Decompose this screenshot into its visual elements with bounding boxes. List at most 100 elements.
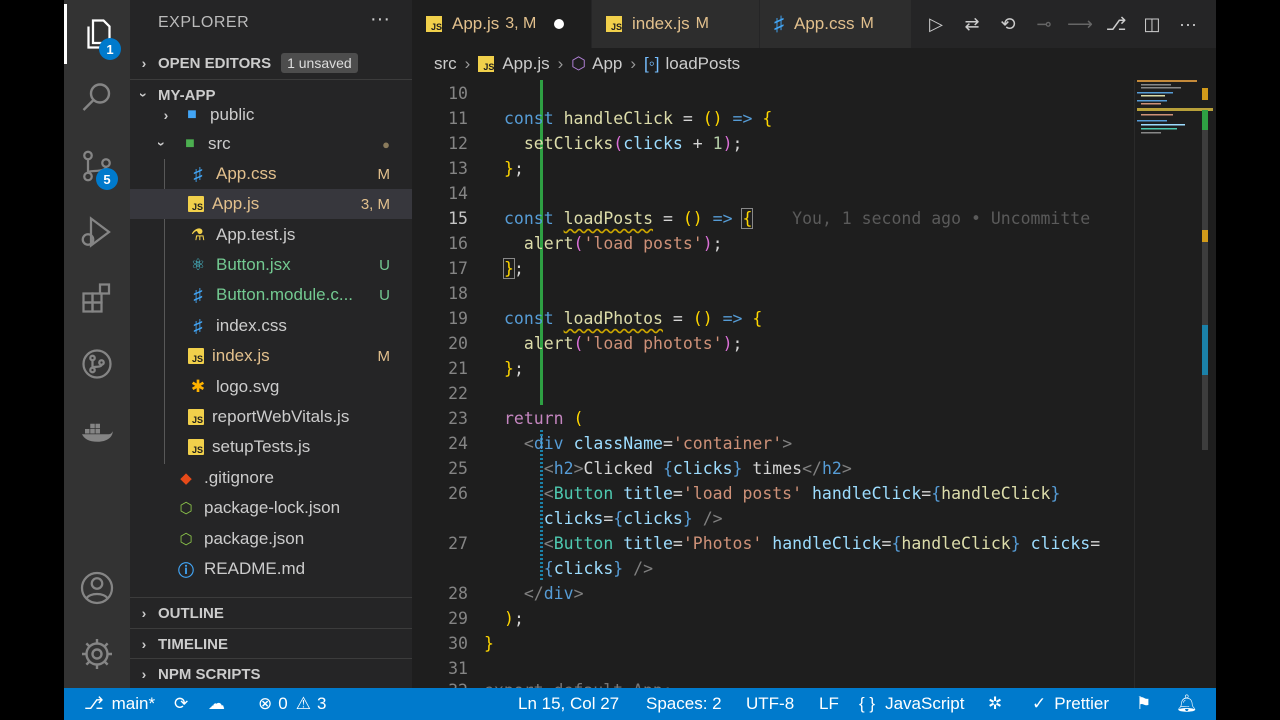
- search-activity[interactable]: [64, 68, 130, 128]
- tab-status: M: [860, 15, 874, 32]
- tab-index-js[interactable]: JS index.js M: [592, 0, 760, 48]
- bell-icon[interactable]: 🔔︎: [1176, 688, 1198, 720]
- chevron-right-icon: ›: [141, 636, 147, 652]
- git-graph-activity[interactable]: [64, 334, 130, 394]
- tree-file-index-css[interactable]: ♯ index.css: [130, 311, 412, 341]
- tree-item-label: App.css: [216, 164, 277, 183]
- tab-app-js[interactable]: JS App.js 3, M: [412, 0, 592, 48]
- branch-indicator[interactable]: ⎇ main*: [84, 688, 155, 720]
- extensions-icon: [82, 283, 111, 313]
- bug-icon[interactable]: ✲: [988, 688, 1002, 720]
- timeline-header[interactable]: › TIMELINE: [130, 629, 412, 659]
- language-mode[interactable]: { } JavaScript: [859, 688, 964, 720]
- go-back-icon[interactable]: ⟲: [990, 14, 1026, 35]
- gear-icon: [82, 639, 112, 669]
- tree-folder-public[interactable]: › ■ public: [130, 100, 412, 130]
- code-text: };: [504, 159, 524, 178]
- tree-file-reportwebvitals[interactable]: JS reportWebVitals.js: [130, 402, 412, 432]
- explorer-sidebar: EXPLORER ··· › OPEN EDITORS 1 unsaved › …: [130, 0, 412, 688]
- check-double-icon: ✓: [1032, 694, 1047, 713]
- outline-label: OUTLINE: [158, 604, 224, 622]
- tree-file-package-json[interactable]: ⬡ package.json: [130, 524, 412, 554]
- scroll-marker-added: [1202, 110, 1208, 130]
- tree-file-button-module-css[interactable]: ♯ Button.module.c... U: [130, 280, 412, 310]
- scroll-thumb[interactable]: [1202, 110, 1208, 450]
- tab-app-css[interactable]: ♯ App.css M: [760, 0, 912, 48]
- breadcrumb-folder[interactable]: src: [434, 54, 457, 74]
- problems-indicator[interactable]: ⊗ 0 ⚠ 3: [258, 688, 326, 720]
- code-editor[interactable]: 10 11 const handleClick = () => { 12 setC…: [412, 80, 1216, 688]
- line-number: 15: [448, 209, 468, 228]
- tree-file-logo-svg[interactable]: ✱ logo.svg: [130, 372, 412, 402]
- docker-activity[interactable]: [64, 402, 130, 462]
- code-line: 25 <h2>Clicked {clicks} times</h2>: [412, 456, 1132, 481]
- compare-changes-icon[interactable]: ⇄: [954, 14, 990, 35]
- encoding[interactable]: UTF-8: [746, 688, 794, 720]
- nodejs-icon: ⬡: [179, 531, 193, 548]
- git-lens-icon[interactable]: ⎇: [1098, 14, 1134, 35]
- code-line: 12 setClicks(clicks + 1);: [412, 131, 1132, 156]
- cursor-position[interactable]: Ln 15, Col 27: [518, 688, 619, 720]
- run-icon[interactable]: ▷: [918, 14, 954, 35]
- open-editors-label: OPEN EDITORS: [158, 54, 272, 72]
- code-text: <Button title='load posts' handleClick={…: [543, 484, 1061, 503]
- source-control-activity[interactable]: 5: [64, 136, 130, 196]
- tree-file-index-js[interactable]: JS index.js M: [130, 341, 412, 371]
- tree-file-setuptests[interactable]: JS setupTests.js: [130, 432, 412, 462]
- breadcrumb-symbol[interactable]: loadPosts: [666, 54, 741, 74]
- tree-item-status: U: [379, 286, 390, 304]
- code-line: {clicks} />: [412, 556, 1132, 581]
- line-number: 26: [448, 484, 468, 503]
- tree-file-app-css[interactable]: ♯ App.css M: [130, 159, 412, 189]
- accounts-activity[interactable]: [64, 558, 130, 618]
- unsaved-dot-icon[interactable]: [554, 19, 565, 29]
- more-actions-icon[interactable]: ···: [1170, 14, 1206, 35]
- line-number: 30: [448, 634, 468, 653]
- tree-file-app-test-js[interactable]: ⚗ App.test.js: [130, 220, 412, 250]
- timeline-dot-icon[interactable]: ⊸: [1026, 14, 1062, 35]
- more-actions-button[interactable]: ···: [370, 8, 390, 31]
- braces-icon: { }: [859, 694, 876, 713]
- publish-icon[interactable]: ☁: [208, 688, 225, 720]
- css-file-icon: ♯: [193, 315, 203, 336]
- tree-item-label: reportWebVitals.js: [212, 407, 350, 426]
- indentation[interactable]: Spaces: 2: [646, 688, 722, 720]
- tree-item-label: package-lock.json: [204, 498, 341, 517]
- sync-icon[interactable]: ⟳: [174, 688, 188, 720]
- tree-file-readme[interactable]: ⓘ README.md: [130, 554, 412, 584]
- tree-file-gitignore[interactable]: ◆ .gitignore: [130, 463, 412, 493]
- outline-header[interactable]: › OUTLINE: [130, 598, 412, 628]
- manage-activity[interactable]: [64, 624, 130, 684]
- tree-item-label: index.js: [212, 346, 270, 365]
- tree-item-status: M: [377, 347, 391, 365]
- breadcrumb-component[interactable]: App: [592, 54, 622, 74]
- tree-item-status: ●: [382, 136, 390, 152]
- code-line: 29);: [412, 606, 1132, 631]
- npm-scripts-header[interactable]: › NPM SCRIPTS: [130, 659, 412, 688]
- end-of-line[interactable]: LF: [819, 688, 839, 720]
- code-line: 22: [412, 381, 1132, 406]
- breadcrumb-file[interactable]: App.js: [502, 54, 549, 74]
- code-text: const loadPosts = () => { You, 1 second …: [504, 208, 1091, 229]
- tree-file-button-jsx[interactable]: ⚛ Button.jsx U: [130, 250, 412, 280]
- code-line: 11 const handleClick = () => {: [412, 106, 1132, 131]
- explorer-activity[interactable]: 1: [64, 4, 130, 64]
- js-file-icon: JS: [188, 196, 204, 212]
- prettier-indicator[interactable]: ✓ Prettier: [1032, 688, 1109, 720]
- feedback-icon[interactable]: ⚑: [1136, 688, 1151, 720]
- editor-scrollbar[interactable]: [1202, 80, 1216, 688]
- git-graph-icon: [82, 349, 112, 379]
- go-forward-icon[interactable]: ⟶: [1062, 14, 1098, 35]
- run-debug-activity[interactable]: [64, 202, 130, 262]
- tree-folder-src[interactable]: › ■ src ●: [130, 129, 412, 159]
- tree-file-app-js[interactable]: JS App.js 3, M: [130, 189, 412, 219]
- tree-item-label: index.css: [216, 316, 287, 335]
- tree-item-label: App.js: [212, 194, 260, 213]
- code-text: {clicks} />: [543, 559, 654, 578]
- tree-item-status: 3, M: [360, 195, 390, 213]
- extensions-activity[interactable]: [64, 268, 130, 328]
- open-editors-header[interactable]: › OPEN EDITORS 1 unsaved: [130, 48, 412, 78]
- split-editor-icon[interactable]: ◫: [1134, 14, 1170, 35]
- tree-file-package-lock[interactable]: ⬡ package-lock.json: [130, 493, 412, 523]
- right-letterbox: [1216, 0, 1280, 720]
